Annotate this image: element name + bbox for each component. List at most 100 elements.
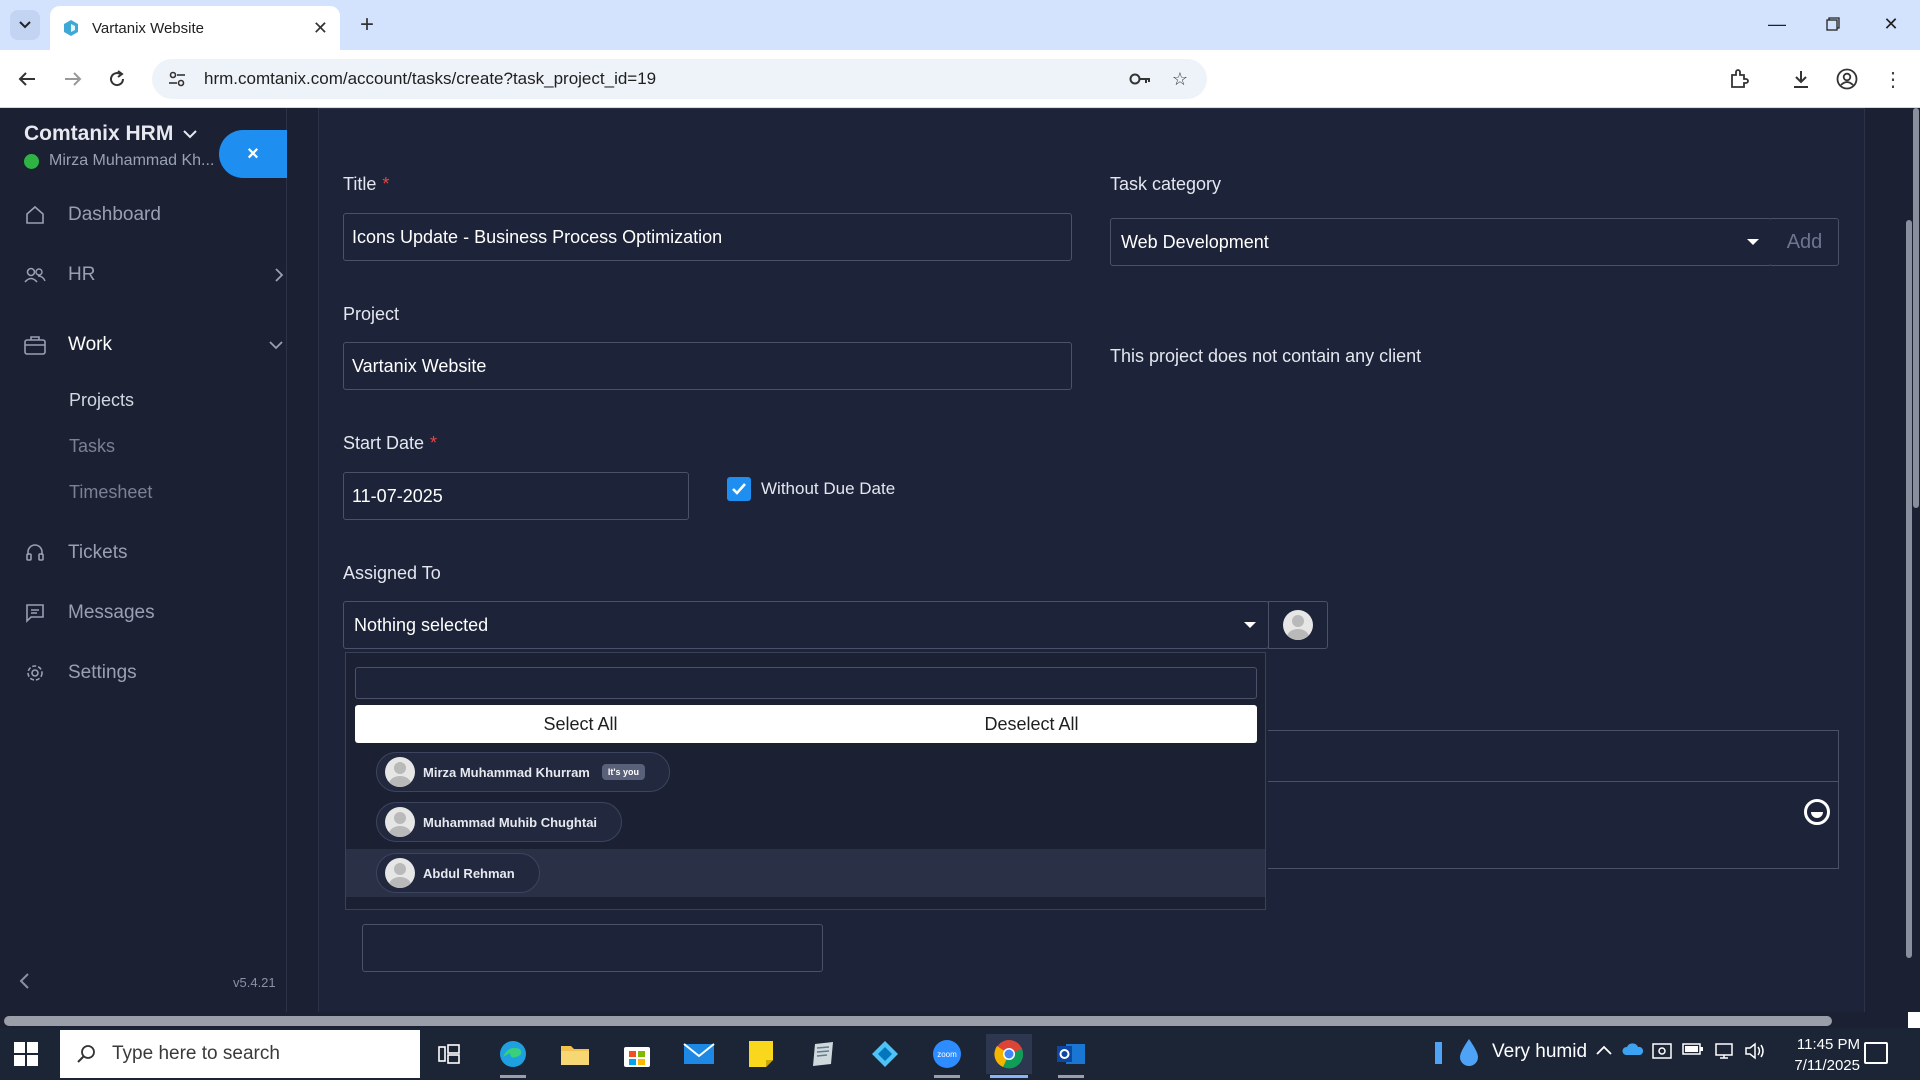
nav-projects[interactable]: Projects (69, 390, 134, 411)
nav-label: HR (68, 264, 96, 285)
nav-tickets[interactable]: Tickets (24, 542, 284, 564)
brand-switcher[interactable]: Comtanix HRM (24, 122, 198, 146)
bookmark-star-icon[interactable]: ☆ (1167, 66, 1193, 92)
title-label-text: Title (343, 174, 377, 194)
user-name: Mirza Muhammad Kh... (49, 152, 215, 169)
address-bar[interactable]: hrm.comtanix.com/account/tasks/create?ta… (152, 59, 1207, 99)
avatar (1283, 610, 1313, 640)
online-status-icon (24, 153, 39, 169)
clock[interactable]: 11:45 PM 7/11/2025 (1750, 1034, 1860, 1076)
avatar (385, 757, 415, 787)
assignee-option-highlighted[interactable]: Abdul Rehman (346, 849, 1265, 897)
profile-icon[interactable] (1830, 62, 1864, 96)
chrome-icon[interactable] (986, 1034, 1032, 1078)
without-due-date-checkbox[interactable] (727, 477, 751, 501)
mail-icon[interactable] (676, 1034, 722, 1074)
onedrive-icon[interactable] (1622, 1042, 1644, 1060)
file-explorer-icon[interactable] (552, 1034, 598, 1074)
new-tab-button[interactable]: + (352, 10, 382, 40)
tab-search-button[interactable] (10, 10, 40, 40)
vpn-app-icon[interactable] (862, 1034, 908, 1074)
browser-menu-icon[interactable]: ⋮ (1876, 62, 1910, 96)
nav-settings[interactable]: Settings (24, 662, 284, 684)
scrollbar-thumb[interactable] (1906, 220, 1912, 958)
collapse-sidebar-icon[interactable] (18, 970, 30, 996)
add-category-button[interactable]: Add (1771, 218, 1839, 266)
taskbar-search[interactable]: Type here to search (60, 1030, 420, 1078)
required-mark: * (430, 433, 438, 453)
vertical-scrollbar[interactable] (1897, 108, 1920, 1025)
close-window-button[interactable]: ✕ (1868, 8, 1914, 40)
windows-taskbar: Type here to search zoom Very humid 11:4… (0, 1028, 1920, 1080)
sticky-notes-icon[interactable] (738, 1034, 784, 1074)
windows-start-icon[interactable] (14, 1042, 38, 1066)
deselect-all-button[interactable]: Deselect All (806, 705, 1257, 743)
tray-chevron-up-icon[interactable] (1596, 1042, 1612, 1059)
nav-timesheet[interactable]: Timesheet (69, 482, 152, 503)
task-category-select[interactable]: Web Development (1110, 218, 1772, 266)
outlook-icon[interactable] (1048, 1034, 1094, 1078)
site-favicon-icon (64, 20, 78, 36)
assignee-dropdown: Select All Deselect All Mirza Muhammad K… (345, 652, 1266, 910)
nav-messages[interactable]: Messages (24, 602, 284, 624)
assignee-option[interactable]: Mirza Muhammad Khurram It's you (346, 748, 1265, 796)
download-icon[interactable] (1784, 62, 1818, 96)
notification-center-icon[interactable] (1864, 1042, 1888, 1064)
droplet-icon (1460, 1039, 1478, 1066)
arrow-left-icon (18, 72, 35, 86)
its-you-badge: It's you (601, 764, 646, 780)
description-editor[interactable] (1268, 730, 1839, 869)
start-date-label-text: Start Date (343, 433, 425, 453)
restore-button[interactable] (1810, 8, 1856, 40)
network-icon[interactable] (1714, 1042, 1736, 1064)
emoji-icon[interactable] (1804, 799, 1830, 825)
edge-icon[interactable] (490, 1034, 536, 1078)
start-date-value: 11-07-2025 (352, 485, 443, 506)
task-category-label: Task category (1110, 174, 1222, 194)
start-date-input[interactable]: 11-07-2025 (343, 472, 689, 520)
chevron-right-icon (275, 268, 284, 282)
weather-widget[interactable]: Very humid (1432, 1038, 1587, 1066)
horizontal-scrollbar[interactable] (0, 1012, 1920, 1028)
forward-button[interactable] (56, 62, 90, 96)
reload-button[interactable] (100, 62, 134, 96)
task-view-icon[interactable] (426, 1034, 472, 1074)
search-placeholder: Type here to search (112, 1043, 280, 1064)
battery-icon[interactable] (1682, 1042, 1704, 1060)
nav-work[interactable]: Work (24, 334, 284, 356)
checkmark-icon (732, 483, 746, 495)
clock-time: 11:45 PM (1796, 1036, 1860, 1053)
nav-tasks[interactable]: Tasks (69, 436, 115, 457)
extensions-puzzle-icon[interactable] (1722, 62, 1756, 96)
site-info-icon[interactable] (166, 68, 188, 90)
browser-tab-active[interactable]: Vartanix Website ✕ (50, 6, 340, 50)
tab-close-icon[interactable]: ✕ (313, 18, 328, 39)
scrollbar-thumb[interactable] (4, 1016, 1832, 1026)
assignee-avatar-button[interactable] (1268, 601, 1328, 649)
password-key-icon[interactable] (1127, 66, 1153, 92)
headset-icon (24, 542, 46, 564)
scrollbar-thumb[interactable] (1913, 108, 1919, 508)
bottom-field-input[interactable] (362, 924, 823, 972)
meet-now-icon[interactable] (1652, 1042, 1672, 1064)
assigned-to-select[interactable]: Nothing selected (343, 601, 1269, 649)
notes-app-icon[interactable] (800, 1034, 846, 1074)
zoom-icon[interactable]: zoom (924, 1034, 970, 1078)
title-input[interactable]: Icons Update - Business Process Optimiza… (343, 213, 1072, 261)
assignee-chip: Abdul Rehman (376, 853, 540, 893)
current-user[interactable]: Mirza Muhammad Kh... (24, 152, 224, 170)
back-button[interactable] (10, 62, 44, 96)
dropdown-search-input[interactable] (355, 667, 1257, 699)
without-due-date-label[interactable]: Without Due Date (761, 479, 895, 499)
project-input[interactable]: Vartanix Website (343, 342, 1072, 390)
assignee-option[interactable]: Muhammad Muhib Chughtai (346, 798, 1265, 846)
close-sidebar-button[interactable]: × (219, 130, 287, 178)
title-label: Title * (343, 174, 389, 195)
select-all-button[interactable]: Select All (355, 705, 806, 743)
minimize-button[interactable]: — (1754, 8, 1800, 40)
nav-dashboard[interactable]: Dashboard (24, 204, 284, 226)
assigned-to-label: Assigned To (343, 563, 441, 583)
assignee-chip: Muhammad Muhib Chughtai (376, 802, 623, 842)
nav-hr[interactable]: HR (24, 264, 284, 286)
microsoft-store-icon[interactable] (614, 1034, 660, 1074)
